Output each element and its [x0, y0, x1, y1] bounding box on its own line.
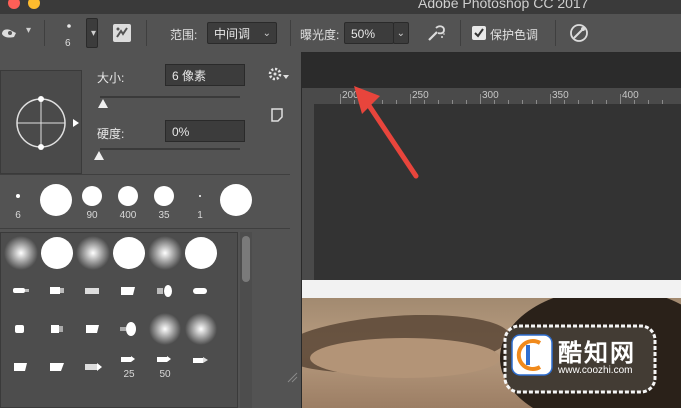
brush-swatch[interactable]: [3, 349, 39, 385]
ruler-label: 400: [622, 90, 639, 101]
brush-swatch[interactable]: [183, 349, 219, 385]
brush-swatch[interactable]: [111, 235, 147, 271]
brush-size-label: 50: [159, 369, 171, 380]
close-window-button[interactable]: [8, 0, 20, 9]
brush-swatch[interactable]: [111, 273, 147, 309]
options-bar: ▾ 6 ▾ 范围: 中间调 ⌄ 曝光度: 50% ⌄ 保护色调: [0, 14, 681, 53]
brush-swatch[interactable]: [39, 311, 75, 347]
tool-preset-chevron-icon[interactable]: ▾: [26, 25, 31, 36]
brush-swatch[interactable]: 90: [74, 180, 110, 228]
brush-size-value: 6: [65, 38, 71, 49]
chevron-down-icon: ⌄: [262, 28, 271, 39]
brush-swatch[interactable]: [183, 311, 219, 347]
brush-swatch[interactable]: [183, 235, 219, 271]
ruler-label: 300: [482, 90, 499, 101]
divider: [0, 174, 290, 175]
brush-swatch[interactable]: 35: [146, 180, 182, 228]
watermark-url: www.coozhi.com: [558, 365, 633, 376]
ruler-label: 350: [552, 90, 569, 101]
divider: [460, 20, 461, 46]
brush-swatch[interactable]: [75, 273, 111, 309]
brush-swatch[interactable]: 25: [111, 349, 147, 385]
brush-swatch[interactable]: 1: [182, 180, 218, 228]
exposure-value: 50%: [351, 27, 376, 41]
exposure-input[interactable]: 50%: [344, 22, 394, 44]
brush-size-label: 35: [158, 210, 170, 221]
size-label: 大小:: [97, 71, 125, 85]
hardness-value: 0%: [172, 125, 190, 139]
protect-tones-checkbox[interactable]: [472, 26, 486, 40]
brush-swatch[interactable]: [75, 311, 111, 347]
range-select-value: 中间调: [214, 27, 251, 41]
brush-swatch[interactable]: [183, 273, 219, 309]
settings-gear-icon[interactable]: [268, 67, 290, 83]
range-select[interactable]: 中间调 ⌄: [207, 22, 277, 44]
recent-brushes-row: 6 90 400 35 1: [0, 180, 290, 228]
brush-swatch[interactable]: 400: [110, 180, 146, 228]
brush-swatch[interactable]: [147, 235, 183, 271]
brush-swatch[interactable]: [147, 311, 183, 347]
brush-angle-preview[interactable]: [0, 70, 82, 174]
exposure-label: 曝光度:: [300, 28, 340, 42]
eyebrow-shape: [310, 338, 500, 378]
brush-swatch[interactable]: [75, 235, 111, 271]
divider: [555, 20, 556, 46]
brush-preset-chevron-button[interactable]: ▾: [86, 18, 98, 48]
protect-tones-label[interactable]: 保护色调: [490, 26, 538, 43]
hardness-slider-track[interactable]: [100, 148, 240, 150]
size-slider-track[interactable]: [100, 96, 240, 98]
image-top-border: [300, 280, 681, 298]
chevron-down-icon: ⌄: [396, 28, 405, 39]
size-value: 6 像素: [172, 69, 207, 83]
brush-swatch[interactable]: [38, 180, 74, 228]
hardness-input[interactable]: 0%: [165, 120, 245, 142]
brush-size-label: 25: [123, 369, 135, 380]
brush-panel-toggle-icon[interactable]: [112, 23, 132, 43]
brush-swatch[interactable]: [147, 273, 183, 309]
minimize-window-button[interactable]: [28, 0, 40, 9]
divider: [290, 20, 291, 46]
watermark-brand: 酷知网: [558, 340, 636, 367]
window-titlebar: Adobe Photoshop CC 2017: [0, 0, 681, 14]
brush-swatch[interactable]: [39, 235, 75, 271]
brush-swatch[interactable]: 6: [0, 180, 36, 228]
new-preset-icon[interactable]: [270, 108, 284, 122]
annotation-arrow: [354, 86, 419, 179]
scrollbar-thumb[interactable]: [242, 236, 250, 282]
airbrush-icon[interactable]: [425, 22, 447, 44]
hardness-label: 硬度:: [97, 127, 125, 141]
size-input[interactable]: 6 像素: [165, 64, 245, 86]
divider: [44, 20, 45, 46]
divider: [0, 228, 290, 229]
coozhi-watermark: 酷知网 www.coozhi.com: [502, 323, 658, 395]
exposure-slider-toggle[interactable]: ⌄: [393, 22, 409, 44]
brush-size-label: 6: [15, 210, 21, 221]
brush-swatch[interactable]: [39, 273, 75, 309]
hardness-slider-thumb[interactable]: [94, 151, 104, 160]
brush-preset-panel: 大小: 6 像素 硬度: 0% 6 90 400 35 1 25 50: [0, 52, 302, 408]
brush-swatch[interactable]: [75, 349, 111, 385]
brush-swatch[interactable]: [3, 273, 39, 309]
divider: [146, 20, 147, 46]
pressure-size-icon[interactable]: [568, 22, 590, 44]
brush-swatch[interactable]: [3, 235, 39, 271]
brush-preset-grid: 25 50: [0, 232, 238, 408]
brush-swatch[interactable]: 50: [147, 349, 183, 385]
brush-swatch[interactable]: [39, 349, 75, 385]
chevron-down-icon: ▾: [90, 28, 96, 39]
brush-size-label: 400: [119, 210, 137, 221]
range-label: 范围:: [170, 28, 198, 42]
app-title: Adobe Photoshop CC 2017: [418, 0, 589, 11]
resize-grip-icon[interactable]: [286, 370, 298, 383]
brush-size-label: 1: [197, 210, 203, 221]
dodge-tool-icon[interactable]: [0, 24, 26, 42]
brush-grid-scrollbar[interactable]: [240, 232, 252, 408]
brush-swatch[interactable]: [3, 311, 39, 347]
brush-size-label: 90: [86, 210, 98, 221]
size-slider-thumb[interactable]: [98, 99, 108, 108]
brush-swatch[interactable]: [218, 180, 254, 228]
brush-swatch[interactable]: [111, 311, 147, 347]
